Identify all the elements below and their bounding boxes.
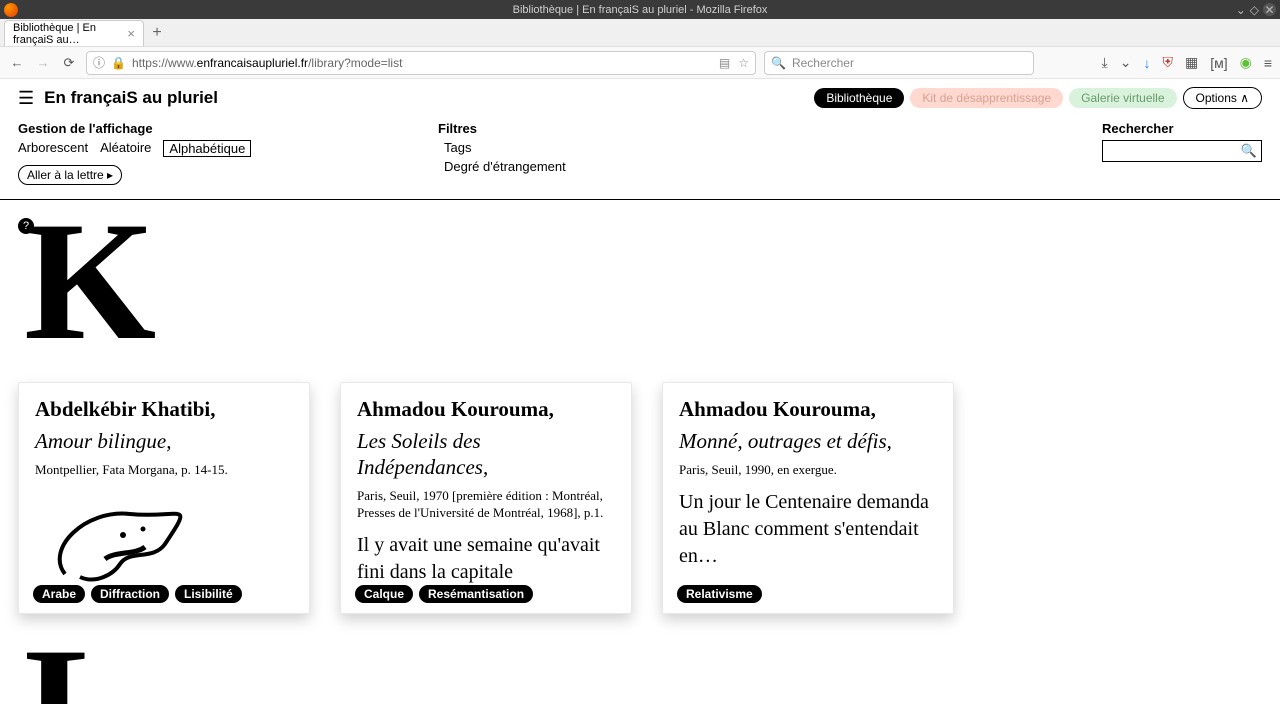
entry-pub: Paris, Seuil, 1990, en exergue.	[679, 462, 937, 479]
page-header: ☰ En françaiS au pluriel Bibliothèque Ki…	[0, 79, 1280, 117]
filter-tags[interactable]: Tags	[444, 140, 998, 155]
browser-tab[interactable]: Bibliothèque | En françaiS au… ×	[4, 20, 144, 46]
firefox-icon	[4, 3, 18, 17]
hamburger-icon[interactable]: ☰	[18, 88, 34, 109]
mode-arborescent[interactable]: Arborescent	[18, 140, 88, 157]
browser-search-field[interactable]: 🔍 Rechercher	[764, 51, 1034, 75]
entry-pub: Montpellier, Fata Morgana, p. 14-15.	[35, 462, 293, 479]
downloads-icon[interactable]: ↓	[1143, 55, 1150, 71]
tag[interactable]: Relativisme	[677, 585, 762, 603]
entry-excerpt: Un jour le Centenaire demanda au Blanc c…	[679, 489, 937, 570]
site-name[interactable]: En françaiS au pluriel	[44, 88, 218, 108]
extensions-icon[interactable]: ⤓	[1102, 54, 1108, 71]
mode-alphabetique[interactable]: Alphabétique	[163, 140, 251, 157]
entry-pub: Paris, Seuil, 1970 [première édition : M…	[357, 488, 615, 522]
section-letter-next: L	[24, 644, 1262, 704]
back-button[interactable]: ←	[8, 55, 26, 70]
site-info-icon[interactable]: ⓘ	[93, 54, 105, 71]
search-icon: 🔍	[1241, 143, 1257, 159]
display-label: Gestion de l'affichage	[18, 121, 438, 136]
entry-illustration	[35, 489, 293, 593]
help-button[interactable]: ?	[18, 218, 34, 234]
tag[interactable]: Diffraction	[91, 585, 169, 603]
entry-card[interactable]: Ahmadou Kourouma, Les Soleils des Indépe…	[340, 382, 632, 614]
maximize-icon[interactable]: ◇	[1250, 3, 1259, 17]
ublock-icon[interactable]: ⛨	[1162, 54, 1173, 71]
nav-kit[interactable]: Kit de désapprentissage	[910, 88, 1063, 108]
filters-label: Filtres	[438, 121, 998, 136]
ext-icon-2[interactable]: [м]	[1210, 55, 1227, 71]
tab-label: Bibliothèque | En françaiS au…	[13, 22, 121, 46]
section-letter: K	[24, 218, 1262, 346]
bookmark-star-icon[interactable]: ☆	[738, 56, 749, 70]
entry-author: Ahmadou Kourouma,	[679, 397, 937, 422]
url-text: https://www.enfrancaisaupluriel.fr/libra…	[132, 56, 402, 70]
ext-icon-1[interactable]: ▦	[1185, 54, 1198, 71]
lock-icon: 🔒	[111, 56, 126, 70]
entry-author: Abdelkébir Khatibi,	[35, 397, 293, 422]
tag[interactable]: Arabe	[33, 585, 85, 603]
options-toggle[interactable]: Options ∧	[1183, 87, 1262, 109]
forward-button[interactable]: →	[34, 55, 52, 70]
entry-author: Ahmadou Kourouma,	[357, 397, 615, 422]
entry-card[interactable]: Abdelkébir Khatibi, Amour bilingue, Mont…	[18, 382, 310, 614]
pocket-icon[interactable]: ⌄	[1120, 54, 1132, 71]
window-titlebar: Bibliothèque | En françaiS au pluriel - …	[0, 0, 1280, 19]
close-tab-icon[interactable]: ×	[127, 26, 135, 41]
filter-degree[interactable]: Degré d'étrangement	[444, 159, 998, 174]
nav-bibliotheque[interactable]: Bibliothèque	[814, 88, 904, 108]
controls-row: Gestion de l'affichage Arborescent Aléat…	[0, 117, 1280, 195]
close-window-icon[interactable]: ✕	[1263, 3, 1276, 16]
reload-button[interactable]: ⟳	[60, 55, 78, 71]
tag[interactable]: Resémantisation	[419, 585, 533, 603]
nav-galerie[interactable]: Galerie virtuelle	[1069, 88, 1176, 108]
minimize-icon[interactable]: ⌄	[1236, 3, 1246, 17]
reader-mode-icon[interactable]: ▤	[719, 56, 730, 70]
address-bar[interactable]: ⓘ 🔒 https://www.enfrancaisaupluriel.fr/l…	[86, 51, 756, 75]
entry-title: Amour bilingue,	[35, 428, 293, 454]
entry-card[interactable]: Ahmadou Kourouma, Monné, outrages et déf…	[662, 382, 954, 614]
page-search-label: Rechercher	[1102, 121, 1262, 136]
window-title: Bibliothèque | En françaiS au pluriel - …	[513, 4, 768, 16]
app-menu-icon[interactable]: ≡	[1264, 55, 1272, 71]
entry-title: Les Soleils des Indépendances,	[357, 428, 615, 481]
tab-bar: Bibliothèque | En françaiS au… × +	[0, 19, 1280, 47]
page-search-input[interactable]: 🔍	[1102, 140, 1262, 162]
search-icon: 🔍	[771, 56, 786, 70]
entry-title: Monné, outrages et défis,	[679, 428, 937, 454]
new-tab-button[interactable]: +	[144, 20, 170, 46]
tag[interactable]: Calque	[355, 585, 413, 603]
navigation-toolbar: ← → ⟳ ⓘ 🔒 https://www.enfrancaisauplurie…	[0, 47, 1280, 79]
ext-icon-3[interactable]: ◉	[1240, 54, 1252, 71]
entry-excerpt: Il y avait une semaine qu'avait fini dan…	[357, 532, 615, 586]
goto-letter-button[interactable]: Aller à la lettre ▸	[18, 165, 122, 185]
tag[interactable]: Lisibilité	[175, 585, 242, 603]
mode-aleatoire[interactable]: Aléatoire	[100, 140, 151, 157]
search-placeholder: Rechercher	[792, 56, 854, 70]
